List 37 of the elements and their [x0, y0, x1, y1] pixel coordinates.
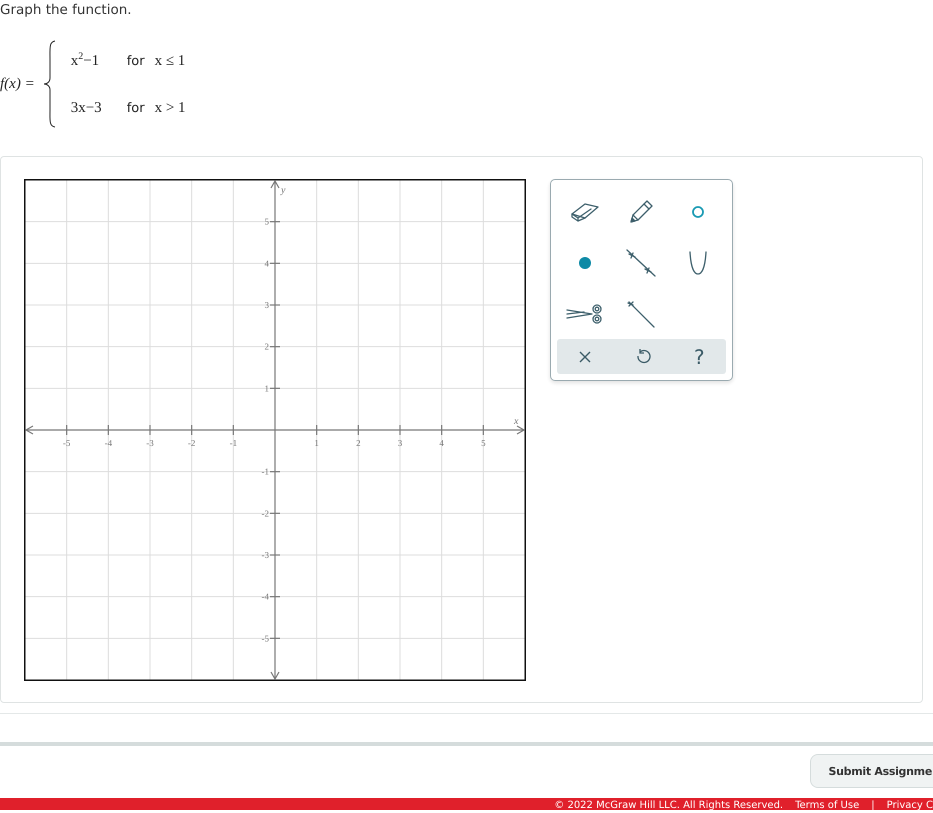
help-button[interactable]: ? [692, 344, 707, 368]
tick-label: -4 [104, 438, 112, 448]
tick-label: -1 [262, 466, 269, 477]
axis-label: y [281, 185, 286, 196]
prompt-text: Graph the function. [0, 2, 133, 18]
tick-label: 2 [356, 438, 361, 448]
tick-label: -2 [262, 508, 269, 518]
tick-label: -3 [146, 438, 154, 448]
tick-label: 1 [264, 383, 269, 394]
tick-label: -2 [188, 438, 196, 448]
footer-divider: | [871, 799, 875, 810]
tick-label: 3 [398, 438, 402, 448]
tick-label: -1 [230, 438, 238, 448]
condition-word: for [126, 54, 145, 69]
expression: 3x−3 [70, 100, 103, 117]
condition-word: for [126, 101, 145, 116]
tick-label: -3 [262, 550, 269, 560]
tick-label: 3 [264, 300, 269, 310]
tick-label: -4 [262, 592, 269, 602]
tick-label: -5 [62, 438, 70, 448]
footer-link[interactable]: Privacy C [886, 798, 933, 810]
tick-label: 1 [314, 438, 319, 448]
tick-label: 5 [264, 216, 269, 227]
tick-label: -5 [262, 633, 269, 644]
tick-label: 2 [264, 342, 269, 352]
footer-link[interactable]: Terms of Use [795, 798, 860, 810]
submit-button[interactable]: Submit Assignme [810, 754, 933, 788]
tick-label: 4 [264, 258, 269, 268]
brace-icon [42, 40, 57, 128]
condition: x > 1 [154, 100, 186, 117]
axis-label: x [514, 416, 518, 427]
function-name: f(x) = [0, 76, 35, 92]
tick-label: 4 [439, 438, 444, 448]
condition: x ≤ 1 [154, 53, 186, 70]
expression: x$^{2}$−1 [70, 51, 100, 70]
copyright-text: © 2022 McGraw Hill LLC. All Rights Reserved. [554, 799, 784, 810]
tick-label: 5 [481, 438, 486, 448]
